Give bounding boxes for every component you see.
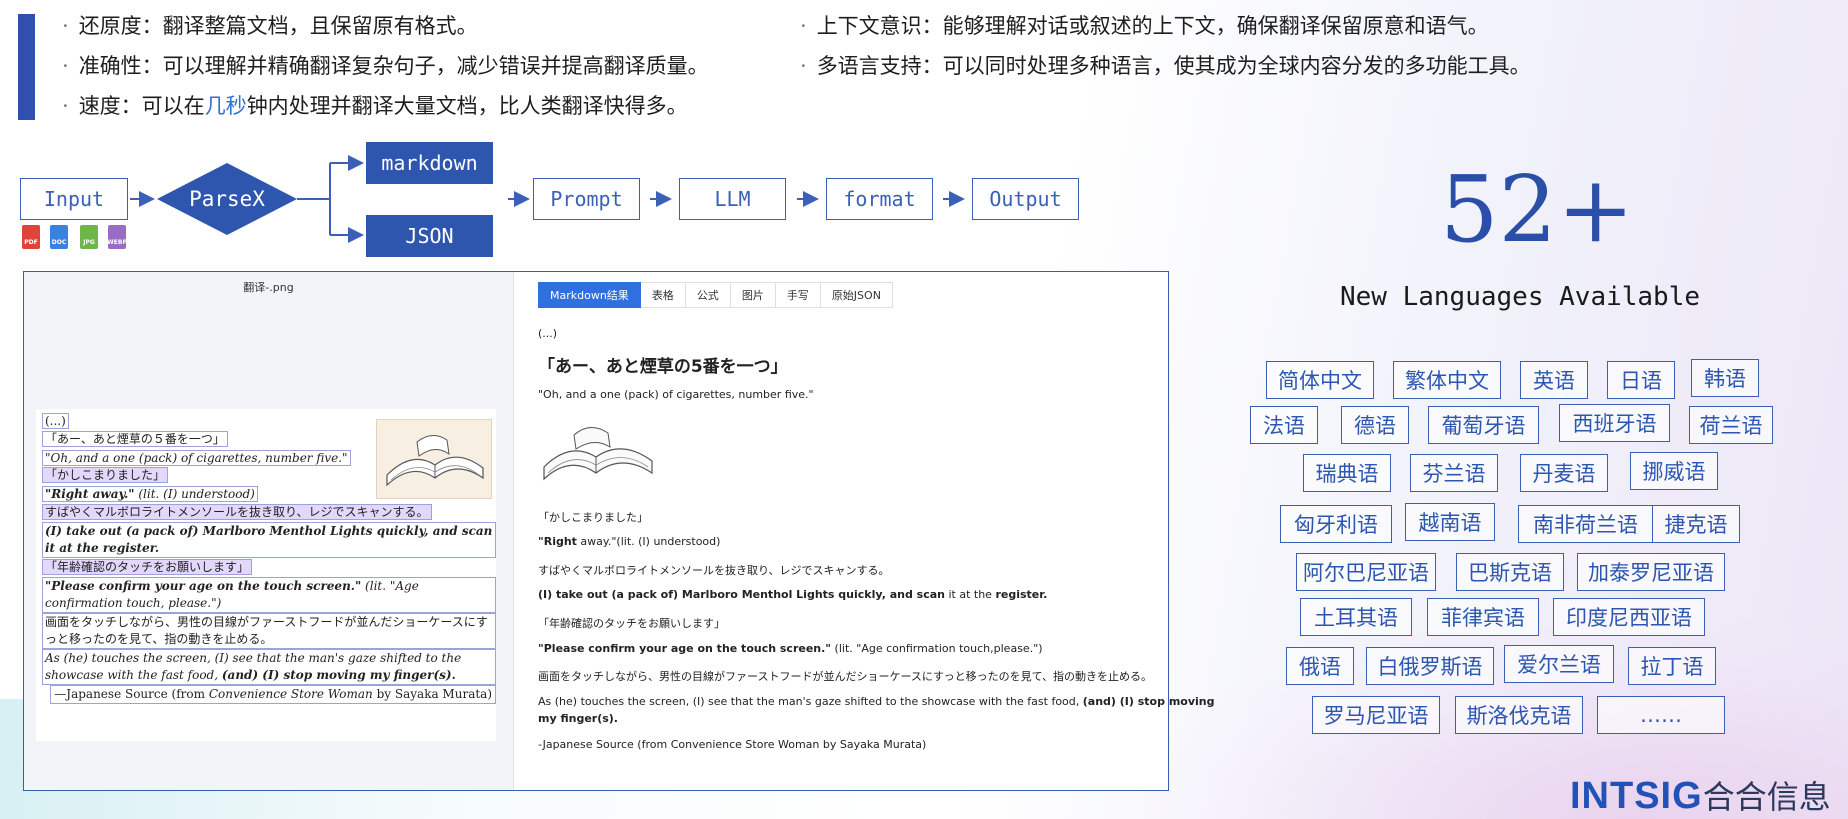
- language-tag: 葡萄牙语: [1428, 406, 1539, 444]
- language-tag: 繁体中文: [1393, 361, 1501, 399]
- feature-item: · 还原度：翻译整篇文档，且保留原有格式。: [62, 14, 478, 38]
- md-heading: 「あー、あと煙草の5番を一つ」: [538, 357, 788, 377]
- feature-item: · 上下文意识：能够理解对话或叙述的上下文，确保翻译保留原意和语气。: [800, 14, 1489, 38]
- language-tag: 德语: [1341, 406, 1409, 444]
- md-line: -Japanese Source (from Convenience Store…: [538, 738, 927, 751]
- doc-line: 「年齢確認のタッチをお願いします」: [42, 559, 253, 575]
- doc-line: "Right away." (lit. (I) understood): [42, 486, 258, 502]
- doc-line: 画面をタッチしながら、男性の目線がファーストフードが並んだショーケースにすっと移…: [42, 613, 496, 649]
- doc-line: "Please confirm your age on the touch sc…: [42, 577, 496, 613]
- tab-table[interactable]: 表格: [640, 282, 686, 308]
- tab-raw-json[interactable]: 原始JSON: [820, 282, 893, 308]
- language-tag: 阿尔巴尼亚语: [1296, 553, 1436, 591]
- source-document: (...) 「あー、あと煙草の５番を一つ」 "Oh, and a one (pa…: [36, 409, 496, 741]
- language-tag: 法语: [1250, 406, 1318, 444]
- language-tag: 捷克语: [1652, 505, 1740, 543]
- highlight-text: 几秒: [204, 94, 247, 118]
- tab-image[interactable]: 图片: [730, 282, 776, 308]
- flow-output-box: Output: [972, 178, 1079, 220]
- tab-formula[interactable]: 公式: [685, 282, 731, 308]
- feature-item: · 速度：可以在几秒钟内处理并翻译大量文档，比人类翻译快得多。: [62, 94, 688, 118]
- language-tag: 越南语: [1405, 503, 1495, 541]
- doc-line: As (he) touches the screen, (I) see that…: [42, 649, 496, 685]
- flow-markdown-box: markdown: [366, 142, 493, 184]
- translation-screenshot-panel: 翻译-.png (...) 「あー、あと煙草の５番を一つ」 "Oh, and a…: [23, 271, 1215, 791]
- source-filename: 翻译-.png: [243, 281, 294, 294]
- markdown-result-pane: Markdown结果 表格 公式 图片 手写 原始JSON (...) 「あー、…: [514, 272, 1215, 790]
- language-tag: 丹麦语: [1520, 454, 1608, 492]
- md-line: 「年齢確認のタッチをお願いします」: [538, 617, 725, 630]
- md-line: my finger(s).: [538, 712, 618, 725]
- language-tag: 荷兰语: [1689, 406, 1773, 444]
- flow-prompt-box: Prompt: [533, 178, 640, 220]
- intsig-logo: INTSIG合合信息: [1570, 775, 1831, 817]
- doc-line: すばやくマルボロライトメンソールを抜き取り、レジでスキャンする。: [42, 504, 432, 520]
- language-tag: 菲律宾语: [1427, 598, 1539, 636]
- language-tag: 斯洛伐克语: [1455, 696, 1583, 734]
- md-line: すばやくマルボロライトメンソールを抜き取り、レジでスキャンする。: [538, 564, 890, 577]
- language-tag: 日语: [1607, 361, 1675, 399]
- language-tag: 巴斯克语: [1456, 553, 1564, 591]
- md-line: As (he) touches the screen, (I) see that…: [538, 695, 1215, 708]
- flow-parser-label: ParseX: [189, 187, 265, 211]
- doc-file-icon: DOC: [50, 225, 68, 249]
- accent-bar: [18, 14, 35, 120]
- language-tag: 挪威语: [1630, 452, 1718, 490]
- source-image-pane: 翻译-.png (...) 「あー、あと煙草の５番を一つ」 "Oh, and a…: [24, 272, 514, 790]
- pdf-file-icon: PDF: [22, 225, 40, 249]
- md-line: 画面をタッチしながら、男性の目線がファーストフードが並んだショーケースにすっと移…: [538, 670, 1153, 683]
- jpg-file-icon: JPG: [80, 225, 98, 249]
- flow-llm-box: LLM: [679, 178, 786, 220]
- md-line: (I) take out (a pack of) Marlboro Mentho…: [538, 588, 1048, 601]
- doc-line: 「かしこまりました」: [42, 467, 169, 483]
- doc-line: (I) take out (a pack of) Marlboro Mentho…: [42, 522, 496, 558]
- language-tag: 简体中文: [1266, 361, 1374, 399]
- webp-file-icon: WEBP: [107, 225, 127, 249]
- md-line: "Right away."(lit. (I) understood): [538, 535, 721, 548]
- language-tag: 俄语: [1286, 647, 1354, 685]
- language-count: 52+: [1440, 156, 1635, 263]
- doc-line: "Oh, and a one (pack) of cigarettes, num…: [42, 450, 351, 466]
- flow-input-box: Input: [20, 178, 128, 220]
- tab-handwriting[interactable]: 手写: [775, 282, 821, 308]
- language-tag: 英语: [1520, 361, 1588, 399]
- doc-credit: —Japanese Source (from Convenience Store…: [50, 685, 496, 704]
- language-tag-more: ……: [1597, 696, 1725, 734]
- flow-json-box: JSON: [366, 215, 493, 257]
- result-tabs: Markdown结果 表格 公式 图片 手写 原始JSON: [538, 282, 893, 308]
- language-tag: 加泰罗尼亚语: [1577, 553, 1725, 591]
- language-tag: 土耳其语: [1300, 598, 1412, 636]
- language-tag: 拉丁语: [1628, 647, 1716, 685]
- language-tag: 罗马尼亚语: [1312, 696, 1440, 734]
- doc-line: (...): [42, 413, 69, 429]
- md-line: 「かしこまりました」: [538, 511, 648, 524]
- md-line: (...): [538, 327, 558, 340]
- language-tag: 芬兰语: [1410, 454, 1498, 492]
- language-tag: 韩语: [1691, 359, 1759, 397]
- language-tag: 瑞典语: [1303, 454, 1391, 492]
- md-book-image: [538, 417, 658, 497]
- language-tag: 南非荷兰语: [1518, 505, 1653, 543]
- language-tag: 匈牙利语: [1280, 505, 1392, 543]
- language-tag: 白俄罗斯语: [1366, 647, 1494, 685]
- feature-item: · 多语言支持：可以同时处理多种语言，使其成为全球内容分发的多功能工具。: [800, 54, 1531, 78]
- feature-item: · 准确性：可以理解并精确翻译复杂句子，减少错误并提高翻译质量。: [62, 54, 709, 78]
- flow-format-box: format: [826, 178, 933, 220]
- language-count-label: New Languages Available: [1339, 282, 1701, 312]
- md-line: "Oh, and a one (pack) of cigarettes, num…: [538, 388, 814, 401]
- language-tag: 印度尼西亚语: [1553, 598, 1705, 636]
- feature-list-left: · 还原度：翻译整篇文档，且保留原有格式。 · 准确性：可以理解并精确翻译复杂句子，…: [62, 12, 709, 132]
- md-line: "Please confirm your age on the touch sc…: [538, 642, 1043, 655]
- doc-line: 「あー、あと煙草の５番を一つ」: [42, 431, 228, 447]
- feature-list-right: · 上下文意识：能够理解对话或叙述的上下文，确保翻译保留原意和语气。 · 多语言支持…: [800, 12, 1531, 92]
- book-illustration: [376, 419, 492, 499]
- language-tag: 西班牙语: [1559, 404, 1670, 442]
- tab-markdown[interactable]: Markdown结果: [538, 282, 641, 308]
- language-tag: 爱尔兰语: [1504, 645, 1614, 683]
